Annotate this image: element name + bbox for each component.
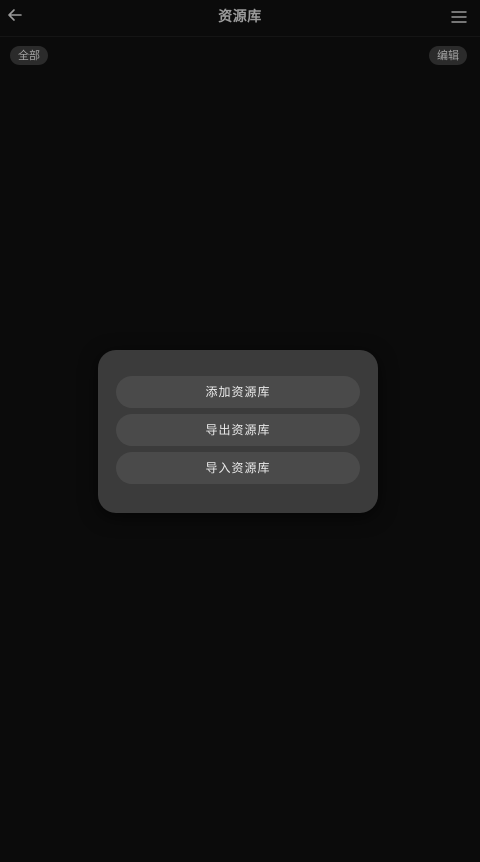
menu-button[interactable] (448, 6, 470, 28)
filter-all-chip[interactable]: 全部 (10, 46, 48, 65)
export-library-button[interactable]: 导出资源库 (116, 414, 360, 446)
page-title: 资源库 (218, 9, 262, 25)
top-app-bar: 资源库 (0, 0, 480, 37)
hamburger-menu-icon (451, 11, 467, 23)
library-screen: 资源库 全部 编辑 添加资源库 导出资源库 导入资源库 (0, 0, 480, 862)
add-library-button[interactable]: 添加资源库 (116, 376, 360, 408)
edit-button[interactable]: 编辑 (429, 46, 467, 65)
import-library-button[interactable]: 导入资源库 (116, 452, 360, 484)
library-options-dialog: 添加资源库 导出资源库 导入资源库 (98, 350, 378, 513)
